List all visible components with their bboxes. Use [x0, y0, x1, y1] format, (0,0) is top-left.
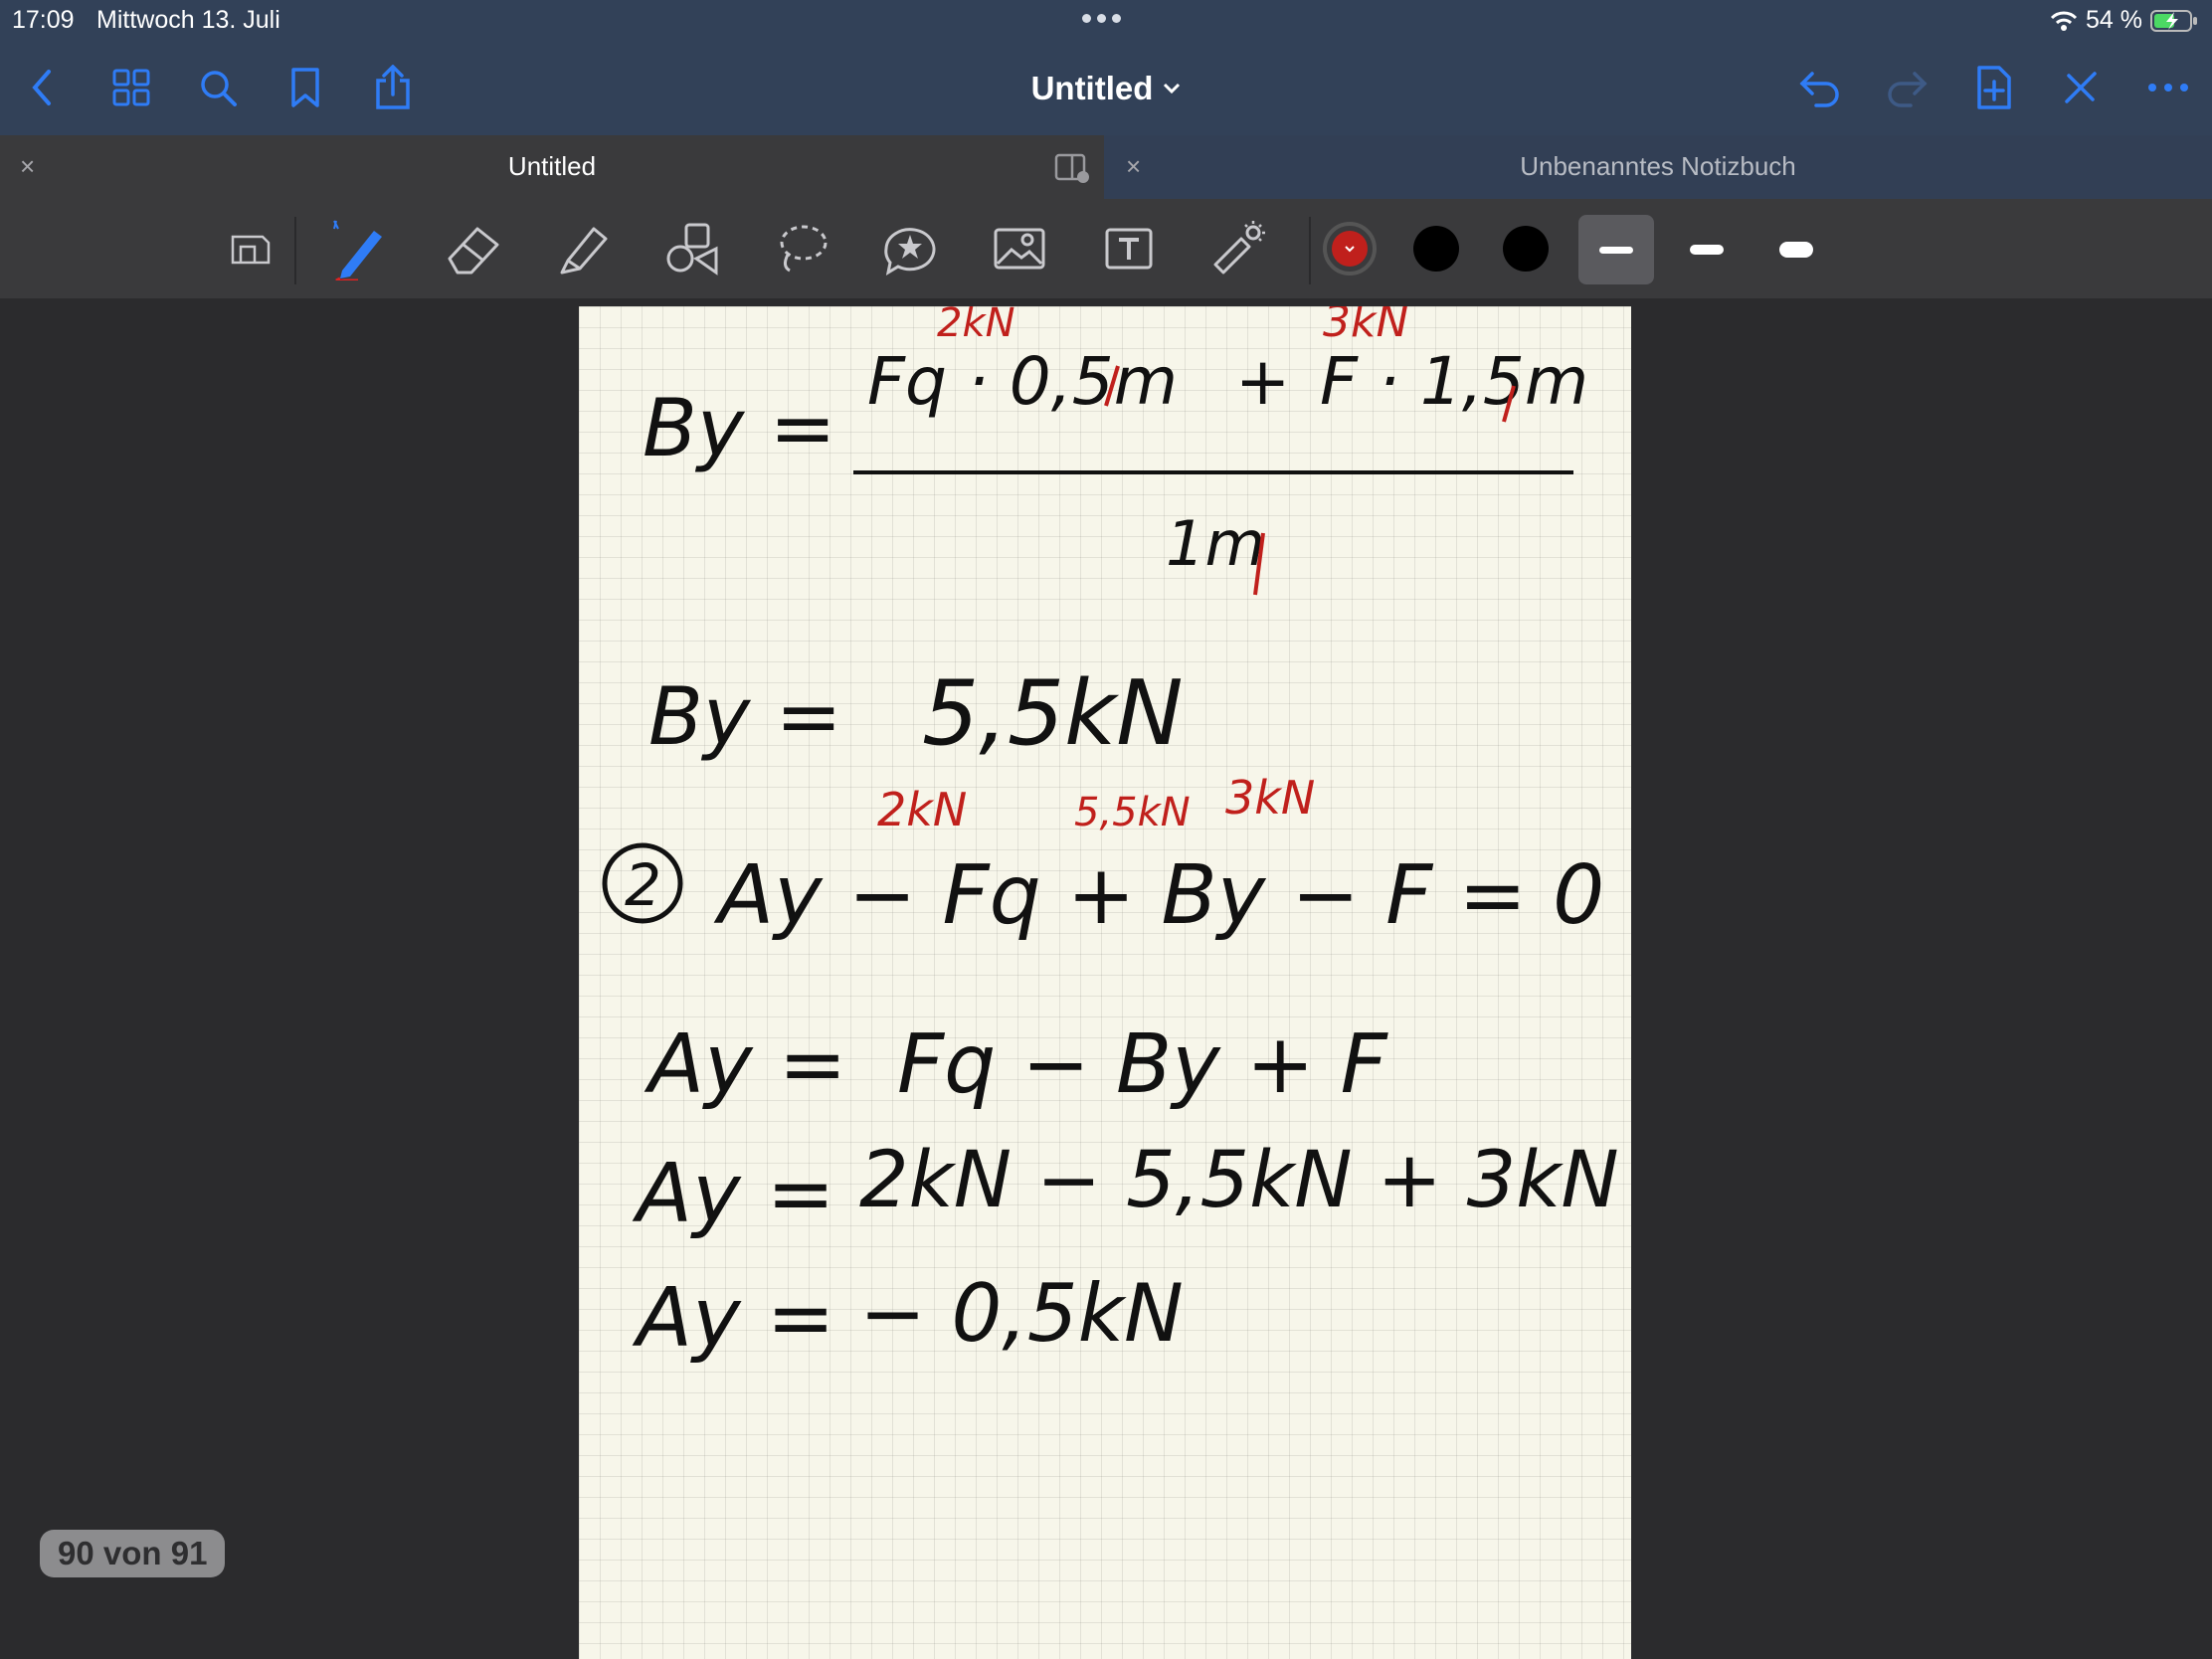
eraser-icon[interactable]: [442, 217, 505, 280]
color-swatch-black[interactable]: [1413, 226, 1459, 272]
more-icon[interactable]: [2140, 60, 2196, 115]
highlighter-icon[interactable]: [552, 217, 616, 280]
stroke-width-thin[interactable]: [1578, 215, 1654, 284]
shapes-icon[interactable]: [660, 217, 724, 280]
numerator-term-b: F · 1,5m: [1320, 343, 1588, 420]
redo-icon[interactable]: [1879, 60, 1935, 115]
ay-result-label: Ay =: [632, 1271, 834, 1366]
back-icon[interactable]: [14, 60, 70, 115]
pen-icon[interactable]: [328, 217, 392, 280]
annotation-eq2-3kn: 3kN: [1225, 771, 1315, 825]
equation-number: 2: [625, 851, 661, 919]
wifi-icon: [2050, 11, 2078, 31]
ay-formula-label: Ay =: [644, 1017, 846, 1112]
handwriting-canvas: By = Fq · 0,5m + F · 1,5m 2kN 3kN 1m By …: [602, 306, 1619, 1366]
tab-label: Unbenanntes Notizbuch: [1520, 151, 1796, 181]
equation-by-label: By =: [643, 382, 836, 474]
drawing-toolbar: [0, 199, 2212, 298]
equilibrium-equation: Ay − Fq + By − F = 0: [713, 848, 1604, 943]
chevron-down-icon: [1345, 246, 1355, 253]
annotation-eq2-5-5kn: 5,5kN: [1074, 790, 1191, 835]
add-page-icon[interactable]: [1966, 60, 2022, 115]
status-time: 17:09: [12, 6, 75, 34]
text-icon[interactable]: [1097, 217, 1161, 280]
status-date: Mittwoch 13. Juli: [96, 6, 280, 34]
annotation-2kn: 2kN: [937, 306, 1015, 346]
image-icon[interactable]: [988, 217, 1051, 280]
by-result-label: By =: [648, 670, 842, 763]
thumbnails-grid-icon[interactable]: [103, 60, 159, 115]
document-title: Untitled: [1030, 70, 1154, 106]
tab-unbenanntes-notizbuch[interactable]: × Unbenanntes Notizbuch: [1104, 135, 2212, 199]
split-view-icon[interactable]: [1054, 153, 1090, 183]
share-icon[interactable]: [365, 60, 421, 115]
laser-pointer-icon[interactable]: [1205, 217, 1269, 280]
by-result-value: 5,5kN: [922, 661, 1184, 766]
chevron-down-icon: [1164, 83, 1181, 94]
toolbar-divider: [294, 217, 296, 284]
notebook-page[interactable]: By = Fq · 0,5m + F · 1,5m 2kN 3kN 1m By …: [579, 306, 1631, 1659]
tab-untitled[interactable]: × Untitled: [0, 135, 1104, 199]
battery-charging-icon: [2150, 9, 2197, 32]
pencil-close-icon[interactable]: [2053, 60, 2109, 115]
denominator: 1m: [1166, 507, 1265, 580]
ay-result-value: − 0,5kN: [859, 1267, 1184, 1360]
toolbar-divider: [1309, 217, 1311, 284]
selected-color: [1332, 231, 1368, 267]
stroke-width-thick[interactable]: [1758, 215, 1834, 284]
undo-icon[interactable]: [1792, 60, 1848, 115]
bookmark-icon[interactable]: [277, 60, 333, 115]
tab-label: Untitled: [507, 151, 597, 181]
numerator-plus: +: [1235, 343, 1290, 420]
search-icon[interactable]: [190, 60, 246, 115]
page-indicator: 90 von 91: [40, 1530, 226, 1577]
ay-formula: Fq − By + F: [897, 1017, 1389, 1112]
stroke-width-medium[interactable]: [1669, 215, 1745, 284]
lasso-icon[interactable]: [770, 217, 833, 280]
navigation-bar: Untitled: [0, 40, 2212, 135]
multitasking-dots-icon[interactable]: [1082, 14, 1128, 26]
annotation-eq2-2kn: 2kN: [877, 783, 967, 836]
ay-substitution-label: Ay =: [632, 1147, 834, 1241]
battery-percent: 54 %: [2086, 6, 2142, 34]
color-swatch-red[interactable]: [1323, 222, 1377, 276]
zoom-window-icon[interactable]: [219, 217, 282, 280]
ay-substitution: 2kN − 5,5kN + 3kN: [859, 1136, 1619, 1225]
color-swatch-black-2[interactable]: [1503, 226, 1549, 272]
annotation-3kn: 3kN: [1323, 306, 1408, 347]
tab-bar: × Untitled × Unbenanntes Notizbuch: [0, 135, 2212, 199]
document-title-button[interactable]: Untitled: [995, 64, 1217, 113]
stickers-icon[interactable]: [878, 217, 942, 280]
status-right: 54 %: [2050, 6, 2198, 35]
numerator-term-a: Fq · 0,5m: [867, 343, 1178, 420]
status-bar: 17:09 Mittwoch 13. Juli 54 %: [0, 0, 2212, 40]
